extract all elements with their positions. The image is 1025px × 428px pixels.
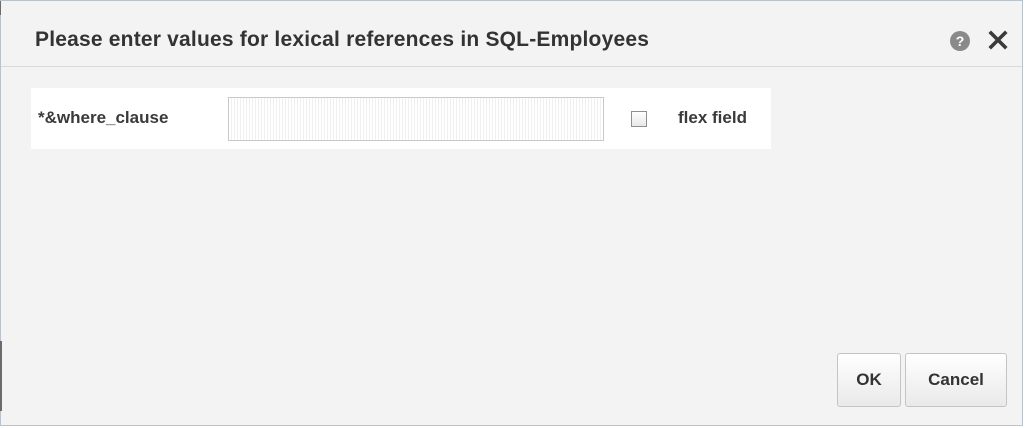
parameters-panel: *&where_clause flex field xyxy=(31,88,771,149)
flex-field-label[interactable]: flex field xyxy=(678,108,747,128)
lexical-references-dialog: Please enter values for lexical referenc… xyxy=(0,0,1023,426)
cancel-button[interactable]: Cancel xyxy=(905,353,1007,407)
close-icon[interactable] xyxy=(987,28,1009,52)
dialog-title: Please enter values for lexical referenc… xyxy=(35,28,650,51)
help-icon[interactable]: ? xyxy=(950,31,970,51)
where-clause-label: *&where_clause xyxy=(38,108,169,127)
flex-field-checkbox[interactable] xyxy=(631,111,647,127)
where-clause-input[interactable] xyxy=(228,97,604,141)
ok-button[interactable]: OK xyxy=(837,353,901,407)
dialog-titlebar: Please enter values for lexical referenc… xyxy=(1,1,1022,67)
